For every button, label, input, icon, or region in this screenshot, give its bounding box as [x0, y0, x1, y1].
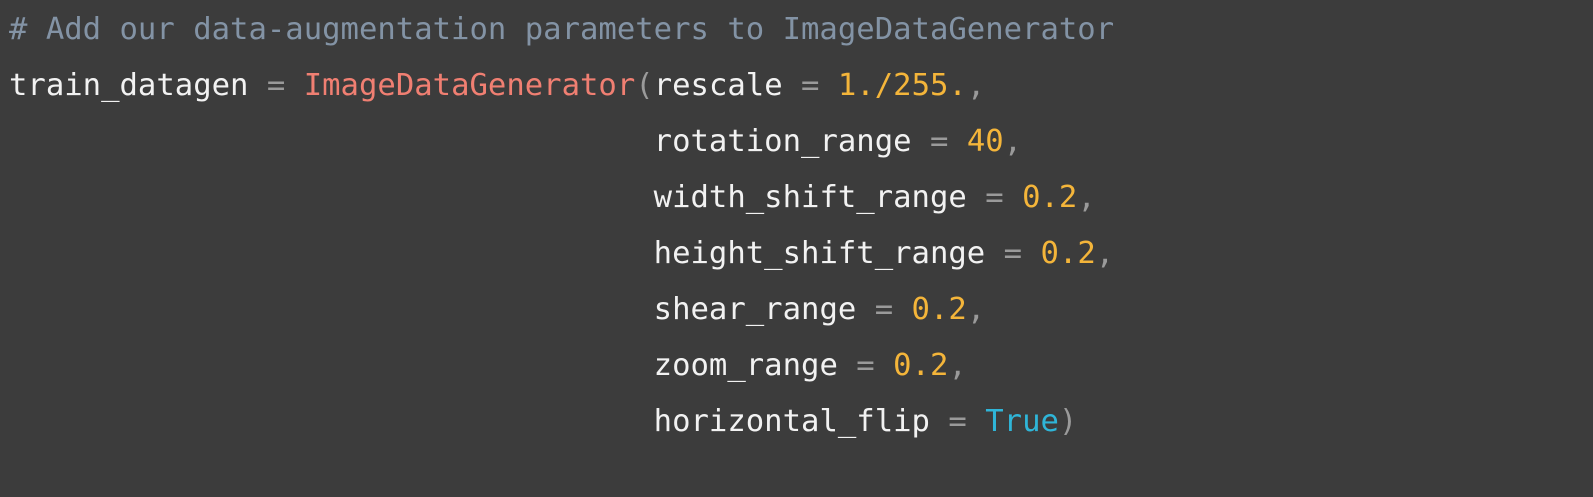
variable-name: train_datagen: [9, 68, 249, 103]
arg-name: rescale: [653, 68, 783, 103]
code-line-arg: width_shift_range = 0.2,: [9, 170, 1096, 227]
arg-name: height_shift_range: [653, 236, 986, 271]
equals-operator: =: [1003, 236, 1023, 271]
arg-name: shear_range: [653, 292, 857, 327]
code-line-arg: horizontal_flip = True): [9, 394, 1078, 451]
arg-name: rotation_range: [653, 124, 912, 159]
arg-value: 1./255.: [837, 68, 967, 103]
equals-operator: =: [856, 348, 875, 383]
function-name: ImageDataGenerator: [303, 68, 636, 103]
equals-operator: =: [985, 180, 1004, 215]
code-line-arg: rotation_range = 40,: [9, 114, 1022, 171]
open-paren: (: [635, 68, 654, 103]
equals-operator: =: [874, 292, 894, 327]
equals-operator: =: [929, 124, 949, 159]
equals-operator: =: [801, 68, 820, 103]
comma: ,: [966, 68, 986, 103]
arg-value: 0.2: [1022, 180, 1078, 215]
comma: ,: [1003, 124, 1023, 159]
code-line-assignment: train_datagen = ImageDataGenerator(resca…: [9, 58, 985, 115]
code-line-arg: height_shift_range = 0.2,: [9, 226, 1115, 283]
code-line-comment: # Add our data-augmentation parameters t…: [9, 2, 1114, 59]
arg-name: horizontal_flip: [653, 404, 930, 439]
comma: ,: [966, 292, 986, 327]
arg-value: 0.2: [911, 292, 967, 327]
code-comment: # Add our data-augmentation parameters t…: [9, 12, 1115, 47]
arg-value: 40: [966, 124, 1004, 159]
comma: ,: [1077, 180, 1096, 215]
arg-value: 0.2: [893, 348, 949, 383]
code-line-arg: shear_range = 0.2,: [9, 282, 986, 339]
arg-name: zoom_range: [653, 348, 838, 383]
comma: ,: [948, 348, 967, 383]
code-panel: # Add our data-augmentation parameters t…: [0, 0, 1593, 497]
arg-value: 0.2: [1040, 236, 1096, 271]
arg-name: width_shift_range: [653, 180, 967, 215]
assign-operator: =: [266, 68, 286, 103]
close-paren: ): [1058, 404, 1078, 439]
comma: ,: [1095, 236, 1115, 271]
code-line-arg: zoom_range = 0.2,: [9, 338, 967, 395]
equals-operator: =: [948, 404, 967, 439]
arg-value: True: [985, 404, 1059, 439]
